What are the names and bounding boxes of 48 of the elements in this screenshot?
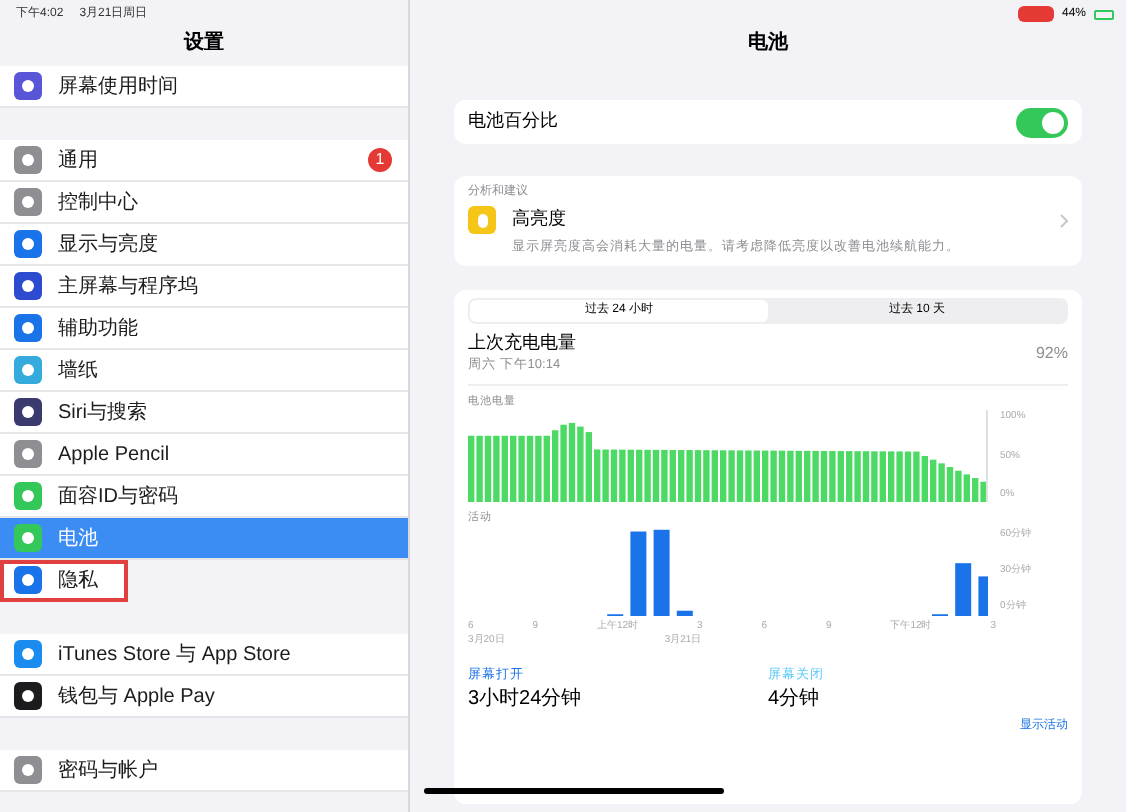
item-label: iTunes Store 与 App Store	[58, 641, 291, 669]
item-label: 钱包与 Apple Pay	[58, 683, 215, 711]
sidebar-item[interactable]: 隐私	[0, 560, 128, 602]
sidebar-item[interactable]: Apple Pencil	[0, 434, 408, 476]
item-label: 通用	[58, 147, 98, 175]
sidebar-item[interactable]: 面容ID与密码	[0, 476, 408, 518]
item-label: Apple Pencil	[58, 441, 170, 469]
item-label: 密码与帐户	[58, 757, 158, 785]
item-label: 屏幕使用时间	[58, 73, 178, 101]
item-label: 电池	[58, 525, 98, 553]
sidebar-item[interactable]: 辅助功能	[0, 308, 408, 350]
lightbulb-icon	[468, 206, 496, 234]
toggle-switch[interactable]	[1016, 107, 1068, 137]
sidebar-item[interactable]: 通用 1	[0, 140, 408, 182]
sidebar-title: 设置	[184, 29, 224, 58]
sidebar-item[interactable]: 墙纸	[0, 350, 408, 392]
stat-value: 3小时24分钟	[468, 685, 584, 715]
sidebar-item[interactable]: Siri与搜索	[0, 392, 408, 434]
sidebar-item[interactable]: 主屏幕与程序坞	[0, 266, 408, 308]
page-title: 电池	[748, 29, 788, 58]
item-label: 控制中心	[58, 189, 138, 217]
activity-bar	[955, 562, 972, 615]
notification-badge: 1	[368, 148, 392, 172]
activity-bar	[630, 530, 647, 615]
sidebar-item[interactable]: 控制中心	[0, 182, 408, 224]
activity-bar	[653, 528, 670, 615]
stat-value: 4分钟	[768, 685, 822, 715]
last-charge-title: 上次充电电量	[468, 329, 576, 356]
item-label: 隐私	[58, 567, 98, 595]
item-label: 显示与亮度	[58, 231, 158, 259]
sidebar-item[interactable]: 密码与帐户	[0, 750, 408, 792]
item-label: Siri与搜索	[58, 399, 147, 427]
last-charge-value: 92%	[1035, 341, 1068, 366]
activity-bar	[978, 575, 988, 615]
setting-label: 电池百分比	[468, 108, 558, 135]
item-label: 墙纸	[58, 357, 98, 385]
battery-icon	[1094, 9, 1114, 19]
sidebar-item[interactable]: iTunes Store 与 App Store	[0, 634, 408, 676]
sidebar-item[interactable]: 钱包与 Apple Pay	[0, 676, 408, 718]
recording-indicator	[1017, 6, 1054, 22]
item-label: 面容ID与密码	[58, 483, 178, 511]
activity-bar	[676, 609, 693, 615]
item-label: 主屏幕与程序坞	[58, 273, 198, 301]
chevron-icon	[1060, 213, 1068, 227]
sidebar-item[interactable]: 显示与亮度	[0, 224, 408, 266]
insight-title[interactable]: 高亮度	[512, 206, 566, 234]
sidebar-item[interactable]: 屏幕使用时间	[0, 66, 408, 108]
item-label: 辅助功能	[58, 315, 138, 343]
